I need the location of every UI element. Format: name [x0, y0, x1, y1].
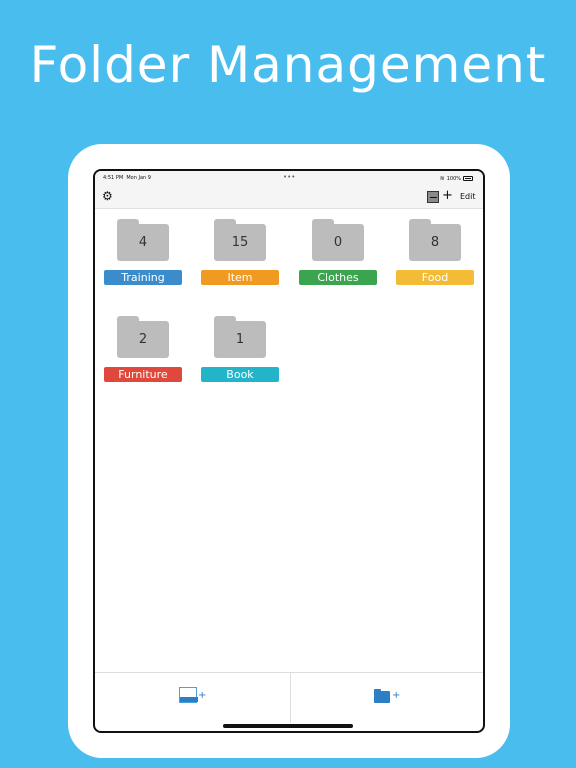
status-time: 4:51 PM	[103, 175, 124, 181]
folder-icon: 15	[214, 219, 266, 263]
home-indicator[interactable]	[223, 724, 353, 728]
battery-percent: 100%	[446, 175, 461, 182]
add-item-button[interactable]: +	[179, 687, 209, 707]
folder-book[interactable]: 1 Book	[201, 316, 279, 396]
folder-icon: 0	[312, 219, 364, 263]
navigation-bar: ⚙ + Edit	[95, 185, 483, 209]
gear-icon[interactable]: ⚙	[102, 189, 113, 203]
folder-count: 8	[430, 235, 440, 250]
multitask-dots-icon: •••	[283, 173, 296, 181]
folder-food[interactable]: 8 Food	[396, 219, 474, 299]
status-time-date: 4:51 PM Mon Jan 9	[103, 175, 151, 181]
plus-icon: +	[198, 690, 207, 701]
tablet-frame: 4:51 PM Mon Jan 9 ••• ≋ 100% ⚙ + Edit 4 …	[68, 144, 510, 758]
toolbar-divider	[290, 673, 291, 723]
edit-button[interactable]: Edit	[460, 192, 476, 201]
folder-furniture[interactable]: 2 Furniture	[104, 316, 182, 396]
add-folder-button[interactable]: +	[374, 687, 404, 707]
app-screen: 4:51 PM Mon Jan 9 ••• ≋ 100% ⚙ + Edit 4 …	[93, 169, 485, 733]
folder-label: Furniture	[104, 367, 182, 382]
folder-item[interactable]: 15 Item	[201, 219, 279, 299]
plus-icon: +	[392, 690, 401, 701]
increase-button[interactable]: +	[442, 188, 453, 203]
folder-label: Food	[396, 270, 474, 285]
folder-icon: 8	[409, 219, 461, 263]
folder-label: Book	[201, 367, 279, 382]
folder-count: 15	[231, 235, 249, 250]
folder-count: 0	[333, 235, 343, 250]
folder-training[interactable]: 4 Training	[104, 219, 182, 299]
folder-icon: 2	[117, 316, 169, 360]
page-headline: Folder Management	[29, 36, 547, 94]
status-bar: 4:51 PM Mon Jan 9 ••• ≋ 100%	[95, 171, 483, 185]
folder-count: 4	[138, 235, 148, 250]
folder-clothes[interactable]: 0 Clothes	[299, 219, 377, 299]
folder-count: 1	[235, 332, 245, 347]
wifi-icon: ≋	[439, 175, 445, 182]
item-box-icon	[179, 687, 198, 703]
folder-icon: 4	[117, 219, 169, 263]
folder-label: Clothes	[299, 270, 377, 285]
battery-icon	[463, 176, 473, 181]
bottom-toolbar: + +	[95, 672, 483, 723]
status-date: Mon Jan 9	[126, 175, 151, 181]
folder-icon: 1	[214, 316, 266, 360]
decrease-button[interactable]	[427, 191, 439, 203]
folder-count: 2	[138, 332, 148, 347]
folder-label: Training	[104, 270, 182, 285]
folder-label: Item	[201, 270, 279, 285]
status-indicators: ≋ 100%	[440, 175, 473, 182]
